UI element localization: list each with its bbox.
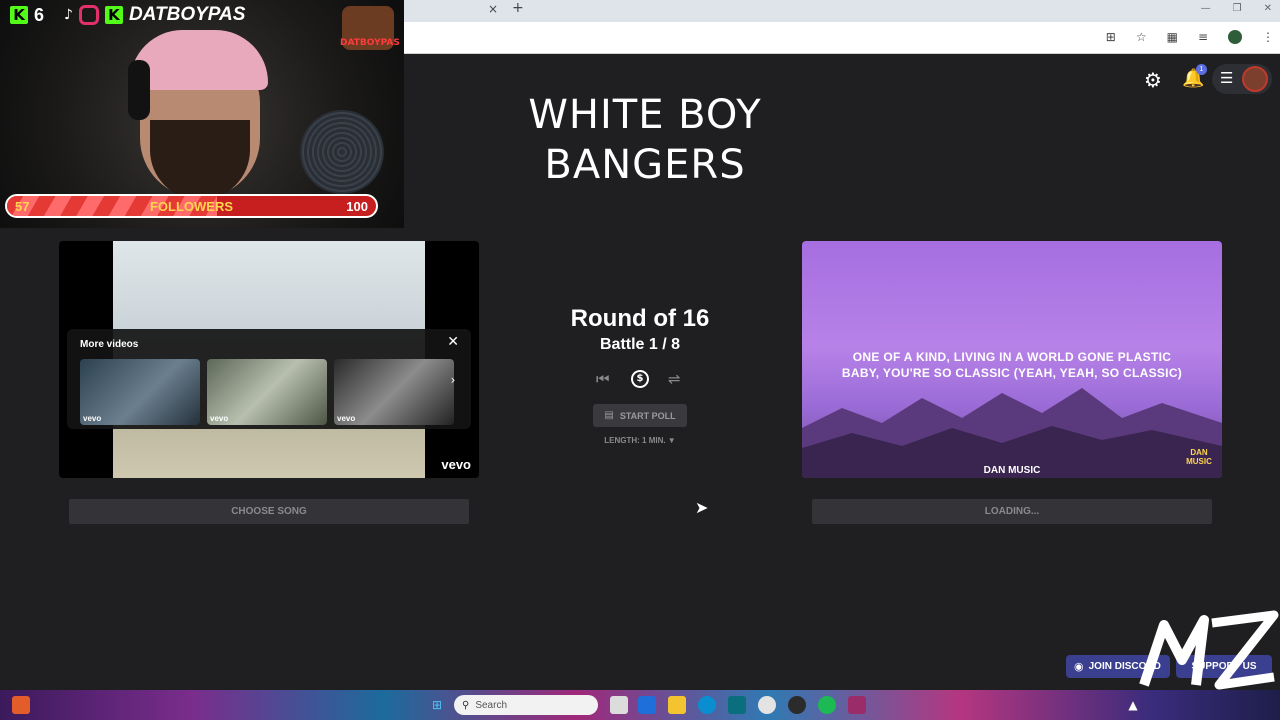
more-videos-title: More videos bbox=[80, 339, 139, 350]
poll-length-select[interactable]: LENGTH: 1 MIN. ▼ bbox=[580, 436, 700, 445]
user-avatar[interactable] bbox=[1242, 66, 1268, 92]
title-line-1: WHITE BOY bbox=[528, 92, 762, 138]
streamer-beard bbox=[150, 120, 250, 200]
previous-icon[interactable]: ⏮ bbox=[596, 370, 610, 388]
app-icon[interactable] bbox=[848, 696, 866, 714]
bookmark-star-icon[interactable]: ☆ bbox=[1136, 30, 1147, 44]
settings-gear-icon[interactable]: ⚙ bbox=[1144, 68, 1162, 92]
follower-goal: 100 bbox=[346, 199, 368, 214]
tab-close-icon[interactable]: × bbox=[488, 2, 498, 16]
browser-toolbar: ⊞ ☆ ▦ ≡ ⋮ bbox=[404, 22, 1280, 54]
taskbar-search[interactable]: ⚲ Search bbox=[454, 695, 598, 715]
discord-icon: ◉ bbox=[1074, 660, 1084, 673]
pink-cap bbox=[130, 30, 268, 90]
vinyl-record bbox=[300, 110, 384, 194]
vevo-watermark: vevo bbox=[441, 457, 471, 472]
toolbar-icons: ⊞ ☆ ▦ ≡ ⋮ bbox=[1106, 30, 1274, 44]
restore-icon[interactable]: ❐ bbox=[1233, 3, 1242, 14]
logo-z-stroke bbox=[1211, 610, 1279, 690]
minimize-icon[interactable]: — bbox=[1201, 3, 1211, 14]
thumbnail-vevo-label: vevo bbox=[210, 414, 229, 423]
start-poll-button[interactable]: ▤ START POLL bbox=[593, 404, 687, 427]
channel-logo-text: DATBOYPAS bbox=[340, 38, 400, 48]
kick-count: 6 bbox=[34, 4, 45, 25]
round-label: Round of 16 bbox=[570, 305, 710, 332]
windows-start-icon[interactable]: ⊞ bbox=[428, 696, 446, 714]
user-menu[interactable]: ☰ bbox=[1212, 64, 1272, 94]
app-icon[interactable] bbox=[638, 696, 656, 714]
tiktok-icon: ♪ bbox=[64, 7, 73, 23]
close-icon[interactable]: ✕ bbox=[447, 334, 459, 350]
thumbnail-vevo-label: vevo bbox=[83, 414, 102, 423]
logo-m-stroke bbox=[1139, 615, 1209, 687]
channel-corner-logo: DAN MUSIC bbox=[1186, 448, 1212, 466]
browser-tab-strip: × + — ❐ ✕ bbox=[404, 0, 1280, 22]
app-icon[interactable] bbox=[728, 696, 746, 714]
extensions-icon[interactable]: ▦ bbox=[1167, 30, 1178, 44]
screen: × + — ❐ ✕ ⊞ ☆ ▦ ≡ ⋮ DATBOYPAS K 6 ♪ K DA… bbox=[0, 0, 1280, 720]
spotify-icon[interactable] bbox=[818, 696, 836, 714]
media-controls-icon[interactable]: ≡ bbox=[1198, 30, 1208, 44]
more-videos-panel: More videos ✕ vevo vevo vevo › bbox=[67, 329, 471, 429]
video-thumbnail[interactable]: vevo bbox=[80, 359, 200, 425]
app-icon[interactable] bbox=[12, 696, 30, 714]
left-video-player[interactable]: More videos ✕ vevo vevo vevo › vevo bbox=[59, 241, 479, 478]
new-tab-icon[interactable]: + bbox=[512, 0, 524, 16]
right-video-player[interactable]: ONE OF A KIND, LIVING IN A WORLD GONE PL… bbox=[802, 241, 1222, 478]
chrome-icon[interactable] bbox=[758, 696, 776, 714]
task-view-icon[interactable] bbox=[610, 696, 628, 714]
battle-controls: ⏮ $ ⇌ bbox=[594, 370, 686, 390]
follower-goal-bar: 57 FOLLOWERS 100 bbox=[5, 194, 378, 218]
instagram-icon bbox=[78, 5, 99, 25]
coin-flip-icon[interactable]: $ bbox=[631, 370, 649, 388]
search-icon: ⚲ bbox=[462, 699, 470, 711]
tray-icon[interactable]: ▲ bbox=[1124, 696, 1142, 714]
start-poll-label: START POLL bbox=[619, 410, 676, 421]
shuffle-icon[interactable]: ⇌ bbox=[668, 370, 681, 388]
edge-icon[interactable] bbox=[698, 696, 716, 714]
hamburger-menu-icon[interactable]: ☰ bbox=[1220, 69, 1233, 87]
webcam-overlay: DATBOYPAS K 6 ♪ K DATBOYPAS 57 FOLLOWERS… bbox=[0, 0, 404, 228]
lyric-line-2: BABY, YOU'RE SO CLASSIC (YEAH, YEAH, SO … bbox=[841, 366, 1183, 380]
mountain-silhouette bbox=[802, 388, 1222, 478]
lyric-line-1: ONE OF A KIND, LIVING IN A WORLD GONE PL… bbox=[852, 350, 1172, 364]
chevron-right-icon[interactable]: › bbox=[445, 373, 461, 389]
notification-badge: 1 bbox=[1196, 64, 1207, 75]
file-explorer-icon[interactable] bbox=[668, 696, 686, 714]
install-app-icon[interactable]: ⊞ bbox=[1106, 30, 1116, 44]
search-placeholder: Search bbox=[475, 699, 508, 711]
battle-counter: Battle 1 / 8 bbox=[599, 336, 681, 353]
video-thumbnail[interactable]: vevo bbox=[334, 359, 454, 425]
headphones bbox=[128, 60, 150, 120]
obs-icon[interactable] bbox=[788, 696, 806, 714]
follower-label: FOLLOWERS bbox=[149, 199, 234, 214]
window-controls: — ❐ ✕ bbox=[1201, 3, 1272, 14]
kick-icon: K bbox=[104, 6, 123, 24]
poll-icon: ▤ bbox=[604, 410, 614, 421]
kick-icon: K bbox=[10, 6, 28, 24]
profile-avatar[interactable] bbox=[1228, 30, 1242, 44]
thumbnail-vevo-label: vevo bbox=[337, 414, 356, 423]
social-bar: K 6 ♪ K DATBOYPAS bbox=[10, 4, 245, 26]
loading-button: LOADING... bbox=[812, 499, 1212, 524]
mouse-cursor-icon: ➤ bbox=[695, 498, 709, 517]
lyrics-caption: ONE OF A KIND, LIVING IN A WORLD GONE PL… bbox=[802, 349, 1222, 381]
close-window-icon[interactable]: ✕ bbox=[1264, 3, 1272, 14]
windows-taskbar: ⊞ ⚲ Search ▲ bbox=[0, 690, 1280, 720]
browser-menu-icon[interactable]: ⋮ bbox=[1262, 30, 1274, 44]
video-thumbnail[interactable]: vevo bbox=[207, 359, 327, 425]
mz-watermark-logo bbox=[1139, 610, 1279, 690]
video-channel-name: DAN MUSIC bbox=[983, 465, 1041, 476]
page-title: WHITE BOY BANGERS bbox=[505, 90, 785, 190]
title-line-2: BANGERS bbox=[544, 142, 746, 188]
streamer-handle: DATBOYPAS bbox=[128, 4, 246, 25]
choose-song-button[interactable]: CHOOSE SONG bbox=[69, 499, 469, 524]
